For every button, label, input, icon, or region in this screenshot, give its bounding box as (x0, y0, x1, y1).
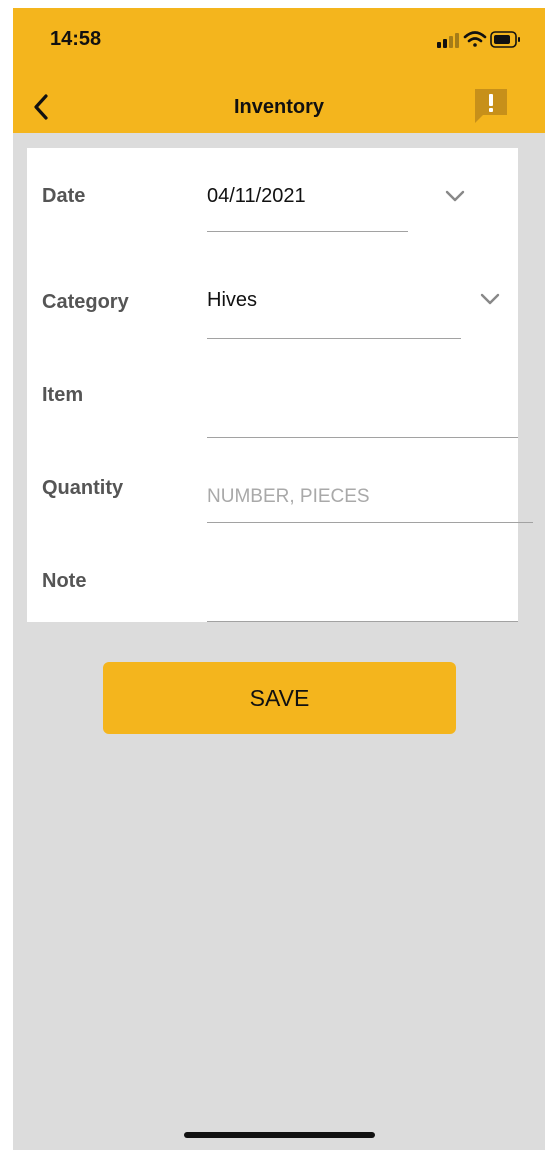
home-indicator (184, 1132, 375, 1138)
phone-screen: 14:58 Inventory Date 04/11/2021 Category… (13, 8, 545, 1150)
report-button[interactable] (469, 83, 513, 127)
date-label: Date (42, 185, 86, 207)
date-value: 04/11/2021 (207, 185, 306, 207)
report-icon (475, 89, 507, 123)
category-select[interactable]: Hives (207, 278, 461, 339)
status-bar: 14:58 (13, 8, 545, 83)
quantity-input[interactable]: NUMBER, PIECES (207, 468, 533, 523)
date-underline (207, 231, 408, 232)
chevron-down-icon[interactable] (444, 189, 466, 203)
status-icons (437, 31, 520, 48)
wifi-icon (463, 31, 487, 47)
inventory-form: Date 04/11/2021 Category Hives Item Quan… (27, 148, 533, 622)
category-value: Hives (207, 289, 258, 311)
chevron-down-icon[interactable] (479, 292, 501, 306)
signal-icon (437, 33, 459, 48)
note-input[interactable] (207, 563, 518, 622)
category-label: Category (42, 291, 129, 313)
note-label: Note (42, 570, 87, 592)
date-select[interactable]: 04/11/2021 (207, 168, 408, 232)
category-underline (207, 338, 461, 339)
nav-bar: Inventory (13, 83, 545, 133)
page-title: Inventory (233, 96, 325, 118)
item-underline (207, 437, 518, 438)
item-input[interactable] (207, 378, 518, 438)
quantity-underline (207, 522, 533, 523)
item-label: Item (42, 384, 84, 406)
save-button[interactable]: SAVE (103, 662, 456, 734)
quantity-placeholder: NUMBER, PIECES (207, 486, 370, 507)
status-time: 14:58 (50, 28, 102, 50)
note-underline (207, 621, 518, 622)
battery-icon (490, 31, 520, 48)
quantity-label: Quantity (42, 477, 124, 499)
